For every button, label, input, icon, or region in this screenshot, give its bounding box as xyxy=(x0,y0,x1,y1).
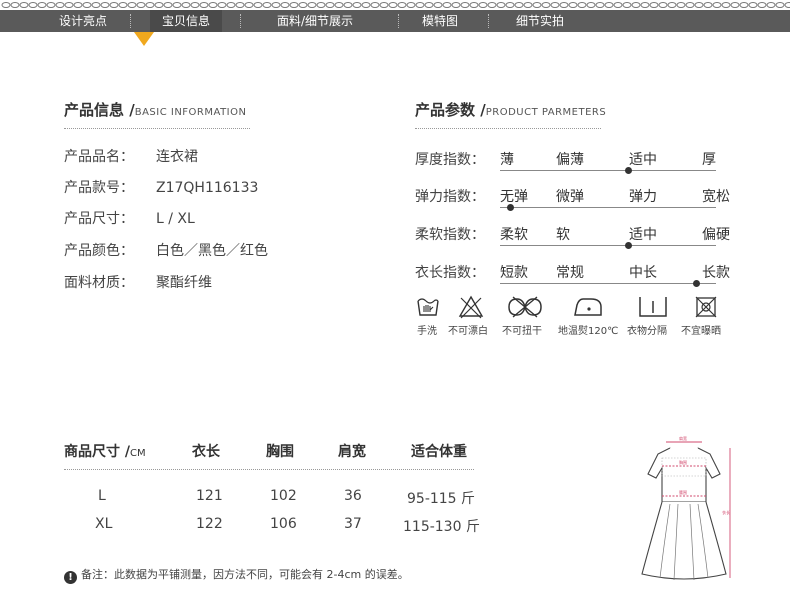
nav-item-product-info[interactable]: 宝贝信息 xyxy=(150,10,222,32)
size-table-header-weight: 适合体重 xyxy=(411,444,467,460)
no-wring-icon xyxy=(508,296,542,318)
param-selected-dot xyxy=(507,204,514,211)
nav-item-design[interactable]: 设计亮点 xyxy=(40,10,126,32)
note-text: 备注：此数据为平铺测量，因方法不同，可能会有 2-4cm 的误差。 xyxy=(81,568,409,581)
info-row-size: 产品尺寸： L / XL xyxy=(64,211,195,227)
care-label-no-wring: 不可扭干 xyxy=(502,326,542,337)
table-row-weight: 95-115 斤 xyxy=(407,491,476,507)
params-title: 产品参数 xyxy=(415,101,476,119)
top-nav-bar: 设计亮点 宝贝信息 面料/细节展示 模特图 细节实拍 xyxy=(0,10,790,32)
param-option: 厚 xyxy=(702,152,716,168)
diagram-label-length: 衣长 xyxy=(722,509,730,515)
nav-separator xyxy=(488,14,489,28)
no-bleach-icon xyxy=(458,295,484,319)
param-option: 短款 xyxy=(500,265,528,281)
param-selected-dot xyxy=(693,280,700,287)
info-row-style-no: 产品款号： Z17QH116133 xyxy=(64,180,259,196)
param-option: 适中 xyxy=(629,227,657,243)
info-title-en: BASIC INFORMATION xyxy=(134,107,247,118)
care-label-hand-wash: 手洗 xyxy=(417,326,437,337)
param-selected-dot xyxy=(625,242,632,249)
low-iron-icon xyxy=(574,298,602,316)
info-row-color: 产品颜色： 白色／黑色／红色 xyxy=(64,243,268,259)
param-scale-line xyxy=(500,207,716,208)
size-table-divider xyxy=(64,469,474,470)
param-option: 微弹 xyxy=(556,189,584,205)
info-row-name: 产品品名： 连衣裙 xyxy=(64,149,198,165)
nav-active-marker-icon xyxy=(134,32,154,46)
param-option: 偏硬 xyxy=(702,227,730,243)
nav-item-model[interactable]: 模特图 xyxy=(410,10,470,32)
param-label: 衣长指数： xyxy=(415,265,485,281)
table-row-shoulder: 36 xyxy=(344,488,362,504)
care-label-no-sun: 不宜曝晒 xyxy=(681,326,721,337)
care-label-no-bleach: 不可漂白 xyxy=(448,326,488,337)
hang-dry-icon xyxy=(639,297,667,317)
nav-item-details[interactable]: 细节实拍 xyxy=(500,10,580,32)
params-divider xyxy=(415,128,601,129)
table-row-bust: 102 xyxy=(270,488,297,504)
param-label: 柔软指数： xyxy=(415,227,485,243)
param-option: 偏薄 xyxy=(556,152,584,168)
size-table-header-length: 衣长 xyxy=(192,444,220,460)
param-option: 柔软 xyxy=(500,227,528,243)
param-label: 弹力指数： xyxy=(415,189,485,205)
nav-separator xyxy=(130,14,131,28)
param-option: 适中 xyxy=(629,152,657,168)
measurement-note: ! 备注：此数据为平铺测量，因方法不同，可能会有 2-4cm 的误差。 xyxy=(64,566,409,584)
no-sun-dry-icon xyxy=(695,296,717,318)
param-option: 宽松 xyxy=(702,189,730,205)
size-table-header-shoulder: 肩宽 xyxy=(338,444,366,460)
params-heading: 产品参数 /PRODUCT PARMETERS xyxy=(415,101,607,119)
param-option: 长款 xyxy=(702,265,730,281)
param-option: 弹力 xyxy=(629,189,657,205)
param-scale-line xyxy=(500,170,716,171)
param-option: 常规 xyxy=(556,265,584,281)
size-table-header-bust: 胸围 xyxy=(266,444,294,460)
param-option: 无弹 xyxy=(500,189,528,205)
info-heading: 产品信息 /BASIC INFORMATION xyxy=(64,101,247,119)
nav-separator xyxy=(240,14,241,28)
param-scale-line xyxy=(500,283,716,284)
care-label-separate: 衣物分隔 xyxy=(627,326,667,337)
table-row-size: L xyxy=(98,488,106,504)
decorative-chain-border xyxy=(0,0,790,10)
nav-item-fabric[interactable]: 面料/细节展示 xyxy=(260,10,370,32)
params-title-en: PRODUCT PARMETERS xyxy=(485,107,607,118)
table-row-bust: 106 xyxy=(270,516,297,532)
table-row-length: 121 xyxy=(196,488,223,504)
info-title: 产品信息 xyxy=(64,101,125,119)
param-selected-dot xyxy=(625,167,632,174)
param-scale-line xyxy=(500,245,716,246)
nav-separator xyxy=(398,14,399,28)
info-divider xyxy=(64,128,250,129)
care-label-iron: 地温熨120℃ xyxy=(558,326,619,337)
param-label: 厚度指数： xyxy=(415,152,485,168)
hand-wash-icon xyxy=(417,298,439,316)
param-option: 薄 xyxy=(500,152,514,168)
table-row-length: 122 xyxy=(196,516,223,532)
table-row-shoulder: 37 xyxy=(344,516,362,532)
table-row-weight: 115-130 斤 xyxy=(403,519,480,535)
diagram-label-bust: 胸围 xyxy=(679,459,687,465)
table-row-size: XL xyxy=(95,516,113,532)
size-table-header-size: 商品尺寸 /CM xyxy=(64,444,146,460)
diagram-label-waist: 腰围 xyxy=(679,489,687,495)
param-option: 中长 xyxy=(629,265,657,281)
param-option: 软 xyxy=(556,227,570,243)
info-row-material: 面料材质： 聚酯纤维 xyxy=(64,275,212,291)
exclamation-icon: ! xyxy=(64,571,77,584)
diagram-label-shoulder: 肩宽 xyxy=(679,435,687,441)
size-table-unit: CM xyxy=(130,448,146,459)
dress-measurement-diagram: 肩宽 胸围 腰围 衣长 xyxy=(641,435,731,581)
